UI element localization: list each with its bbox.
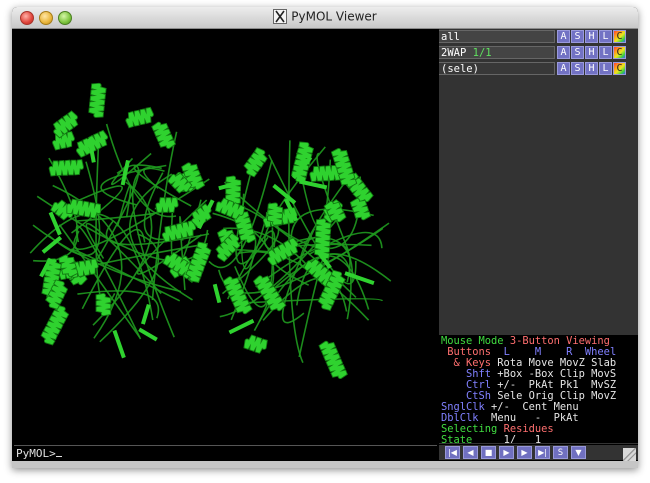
protein-cartoon — [29, 82, 392, 379]
label-button[interactable]: L — [599, 46, 612, 59]
hide-button[interactable]: H — [585, 46, 598, 59]
show-button[interactable]: S — [571, 30, 584, 43]
text-cursor — [55, 456, 62, 457]
action-button[interactable]: A — [557, 62, 570, 75]
object-name-sele[interactable]: (sele) — [439, 62, 555, 75]
object-name-all[interactable]: all — [439, 30, 555, 43]
command-input[interactable]: PyMOL> — [14, 445, 437, 460]
label-button[interactable]: L — [599, 30, 612, 43]
forward-button[interactable]: ▶ — [517, 446, 532, 459]
window-title-area: PyMOL Viewer — [12, 9, 638, 24]
object-name-2wap[interactable]: 2WAP 1/1 — [439, 46, 555, 59]
movie-controls: |◀ ◀ ■ ▶ ▶ ▶| S ▼ — [439, 445, 638, 460]
molecule-viewport[interactable] — [14, 29, 437, 444]
window-title: PyMOL Viewer — [291, 9, 377, 24]
state-line: State 1/ 1 — [441, 434, 542, 443]
object-row-sele: (sele) A S H L C — [439, 62, 638, 76]
back-button[interactable]: ◀ — [463, 446, 478, 459]
rewind-button[interactable]: |◀ — [445, 446, 460, 459]
color-button[interactable]: C — [613, 46, 626, 59]
hide-button[interactable]: H — [585, 62, 598, 75]
pymol-viewer-window: PyMOL Viewer all A S H L C 2WAP 1/1 A S … — [12, 7, 638, 468]
color-button[interactable]: C — [613, 62, 626, 75]
command-prompt: PyMOL> — [16, 447, 56, 460]
object-row-2wap: 2WAP 1/1 A S H L C — [439, 46, 638, 60]
action-button[interactable]: A — [557, 46, 570, 59]
label-button[interactable]: L — [599, 62, 612, 75]
scene-button[interactable]: S — [553, 446, 568, 459]
end-button[interactable]: ▶| — [535, 446, 550, 459]
full-screen-button[interactable]: ▼ — [571, 446, 586, 459]
action-button[interactable]: A — [557, 30, 570, 43]
mouse-mode-panel[interactable]: Mouse Mode 3-Button Viewing Buttons L M … — [439, 335, 638, 443]
play-button[interactable]: ▶ — [499, 446, 514, 459]
stop-button[interactable]: ■ — [481, 446, 496, 459]
show-button[interactable]: S — [571, 62, 584, 75]
hide-button[interactable]: H — [585, 30, 598, 43]
show-button[interactable]: S — [571, 46, 584, 59]
resize-grip-icon[interactable] — [623, 448, 636, 461]
color-button[interactable]: C — [613, 30, 626, 43]
title-bar[interactable]: PyMOL Viewer — [12, 7, 638, 29]
window-bottom-border — [12, 461, 638, 468]
object-row-all: all A S H L C — [439, 30, 638, 44]
x11-icon — [273, 9, 288, 24]
